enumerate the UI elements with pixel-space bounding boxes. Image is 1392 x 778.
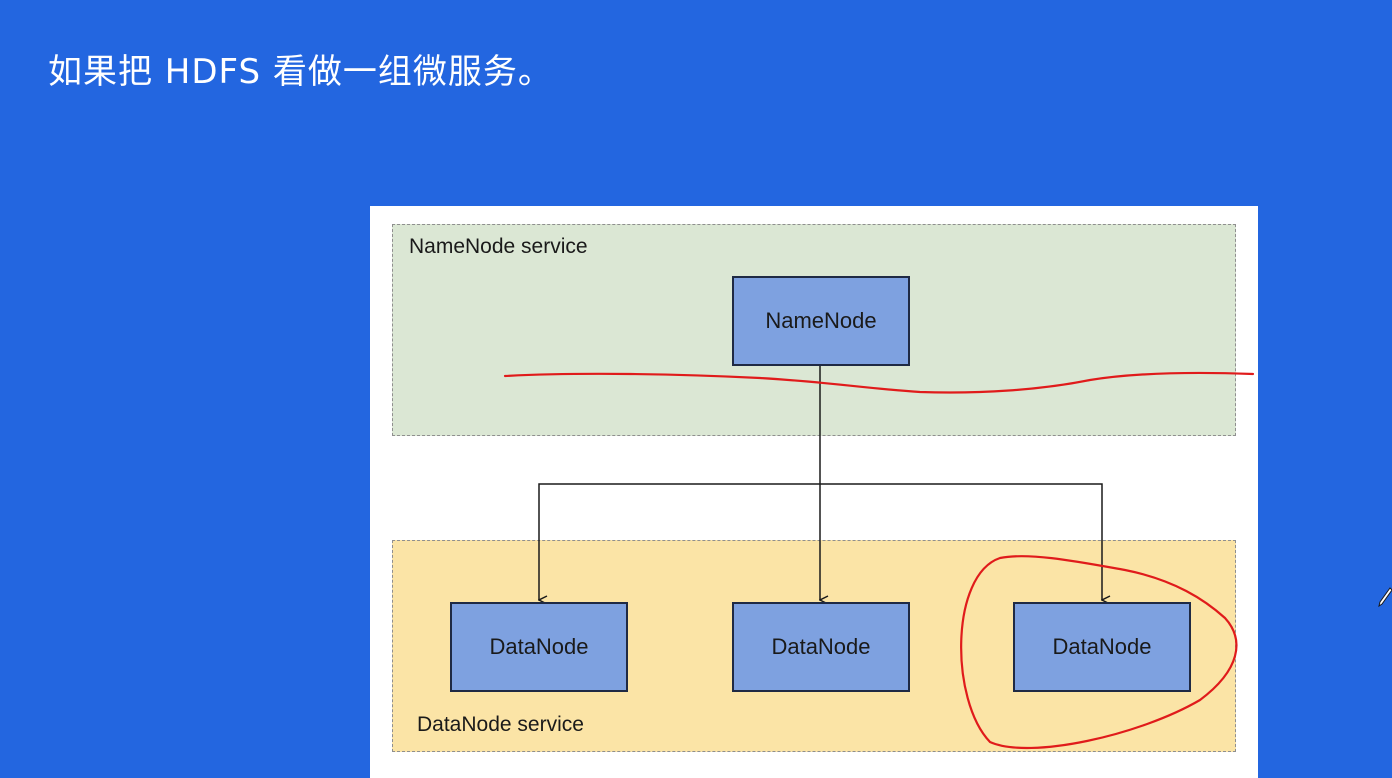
pen-cursor-icon xyxy=(1378,587,1392,608)
namenode-service-label: NameNode service xyxy=(409,235,588,258)
namenode-box: NameNode xyxy=(732,276,910,366)
datanode-box-1: DataNode xyxy=(450,602,628,692)
datanode-box-2: DataNode xyxy=(732,602,910,692)
datanode-box-3: DataNode xyxy=(1013,602,1191,692)
slide-title: 如果把 HDFS 看做一组微服务。 xyxy=(48,52,553,92)
hdfs-diagram: NameNode service DataNode service NameNo… xyxy=(370,206,1258,778)
datanode-service-label: DataNode service xyxy=(417,713,584,736)
